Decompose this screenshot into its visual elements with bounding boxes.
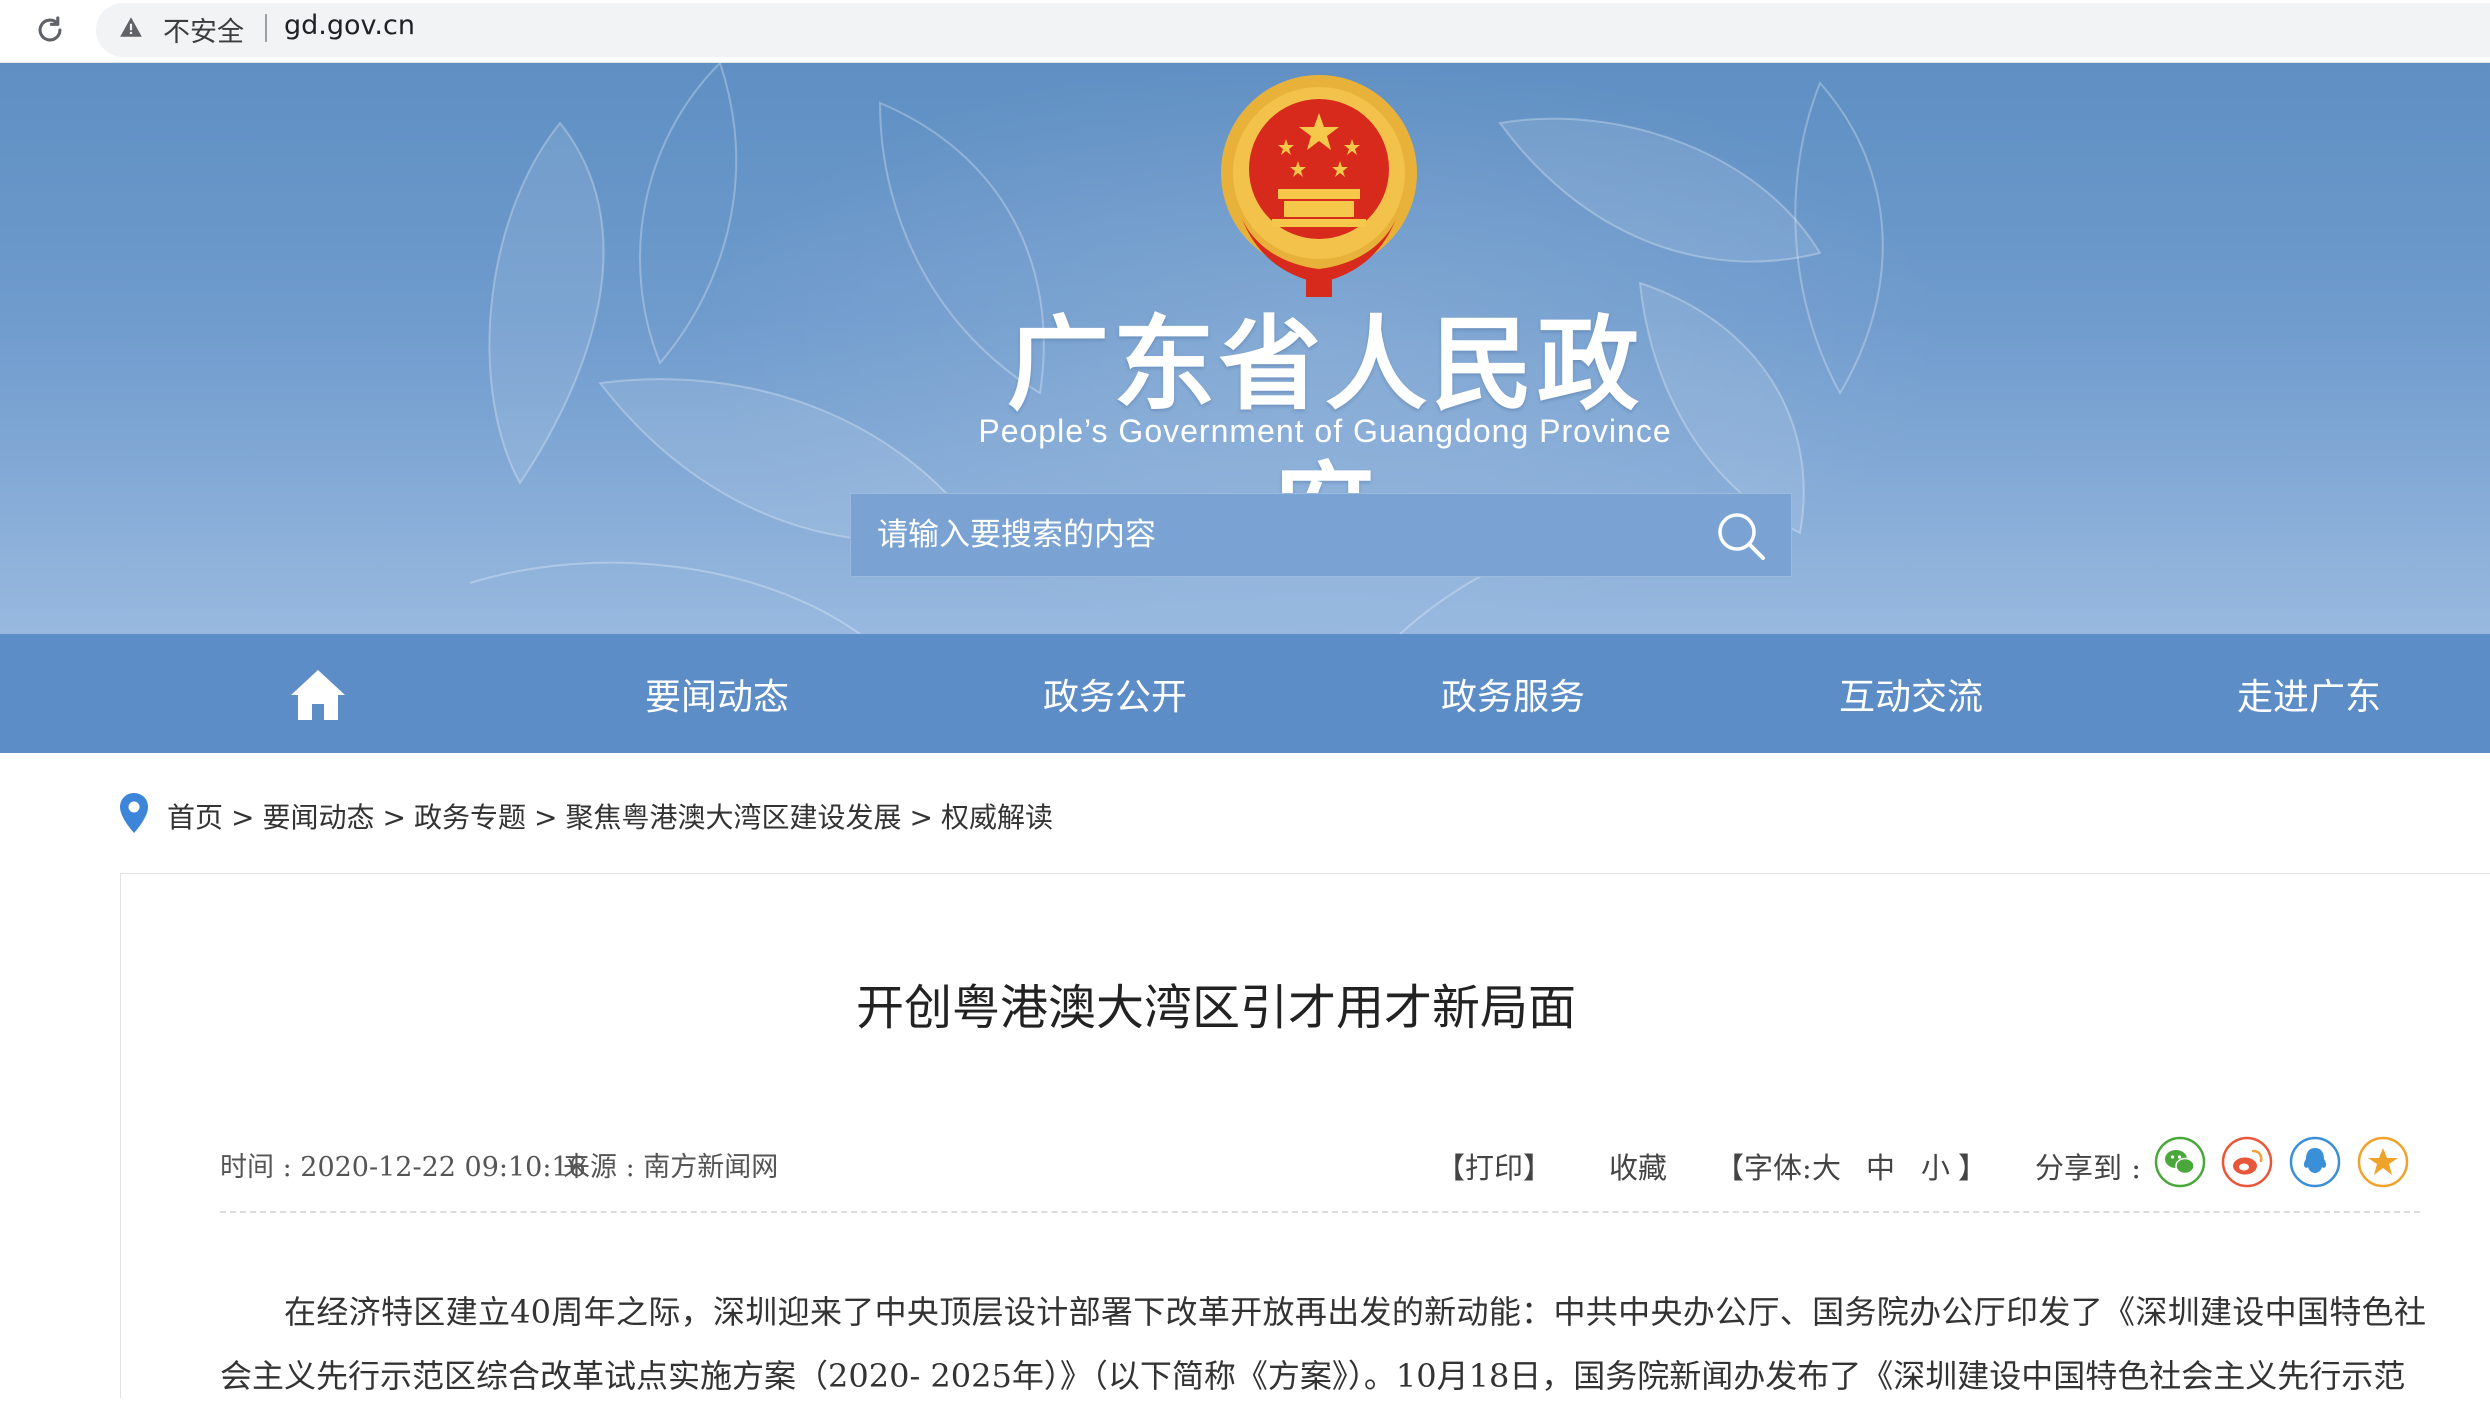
breadcrumb-gba[interactable]: 聚焦粤港澳大湾区建设发展 bbox=[565, 801, 901, 834]
search-icon[interactable] bbox=[1713, 508, 1769, 564]
weibo-icon[interactable] bbox=[2221, 1136, 2273, 1188]
address-bar[interactable]: 不安全 gd.gov.cn bbox=[96, 3, 2490, 57]
article-title-text: 开创粤港澳大湾区引才用才新局面 bbox=[855, 980, 1576, 1036]
font-size-bracket: 】 bbox=[1958, 1151, 1988, 1185]
nav-item-services[interactable]: 政务服务 bbox=[1441, 668, 1585, 720]
main-nav: 要闻动态 政务公开 政务服务 互动交流 走进广东 bbox=[0, 634, 2490, 753]
breadcrumb-news[interactable]: 要闻动态 bbox=[262, 801, 374, 834]
breadcrumb-topics[interactable]: 政务专题 bbox=[414, 801, 526, 834]
nav-item-interaction[interactable]: 互动交流 bbox=[1839, 668, 1983, 720]
share-label: 分享到 : bbox=[2035, 1151, 2141, 1185]
meta-divider bbox=[220, 1211, 2420, 1213]
breadcrumb-separator: > bbox=[533, 801, 558, 834]
search-box bbox=[850, 493, 1792, 577]
site-subtitle: People’s Government of Guangdong Provinc… bbox=[978, 413, 1672, 449]
publish-time: 时间 : 2020-12-22 09:10:16 bbox=[220, 1152, 586, 1183]
article-source: 来源 : 南方新闻网 bbox=[563, 1152, 779, 1183]
nav-item-gov-affairs[interactable]: 政务公开 bbox=[1043, 668, 1187, 720]
font-size-label: 【字体: bbox=[1715, 1151, 1812, 1185]
home-icon[interactable] bbox=[288, 666, 348, 722]
breadcrumb-home[interactable]: 首页 bbox=[167, 801, 223, 834]
star-icon[interactable] bbox=[2357, 1136, 2409, 1188]
font-small-button[interactable]: 小 bbox=[1921, 1145, 1950, 1187]
breadcrumb-interpretation[interactable]: 权威解读 bbox=[941, 801, 1053, 834]
nav-item-about[interactable]: 走进广东 bbox=[2237, 668, 2381, 720]
nav-item-news[interactable]: 要闻动态 bbox=[645, 668, 789, 720]
search-input[interactable] bbox=[851, 494, 1691, 576]
url-text[interactable]: gd.gov.cn bbox=[284, 10, 415, 41]
wechat-icon[interactable] bbox=[2154, 1136, 2206, 1188]
article-title: 开创粤港澳大湾区引才用才新局面 bbox=[120, 968, 2490, 1038]
breadcrumb-separator: > bbox=[231, 801, 255, 834]
breadcrumb-separator: > bbox=[909, 801, 933, 834]
favorite-button[interactable]: 收藏 bbox=[1609, 1145, 1667, 1187]
breadcrumb: 首页 > 要闻动态 > 政务专题 > 聚焦粤港澳大湾区建设发展 > 权威解读 bbox=[167, 796, 1053, 836]
print-button[interactable]: 【打印】 bbox=[1436, 1145, 1552, 1187]
font-large-button[interactable]: 大 bbox=[1812, 1145, 1841, 1187]
qq-icon[interactable] bbox=[2289, 1136, 2341, 1188]
warning-icon bbox=[120, 17, 142, 37]
article-paragraph: 在经济特区建立40周年之际，深圳迎来了中央顶层设计部署下改革开放再出发的新动能：… bbox=[220, 1293, 2426, 1395]
national-emblem bbox=[1221, 75, 1417, 297]
reload-icon[interactable] bbox=[32, 12, 68, 48]
breadcrumb-separator: > bbox=[382, 801, 406, 834]
browser-toolbar: 不安全 gd.gov.cn bbox=[0, 0, 2490, 63]
font-medium-button[interactable]: 中 bbox=[1866, 1145, 1895, 1187]
address-separator bbox=[265, 14, 267, 42]
security-label[interactable]: 不安全 bbox=[163, 10, 244, 49]
location-pin-icon bbox=[120, 793, 148, 833]
site-banner: 广东省人民政府 People’s Government of Guangdong… bbox=[0, 63, 2490, 634]
